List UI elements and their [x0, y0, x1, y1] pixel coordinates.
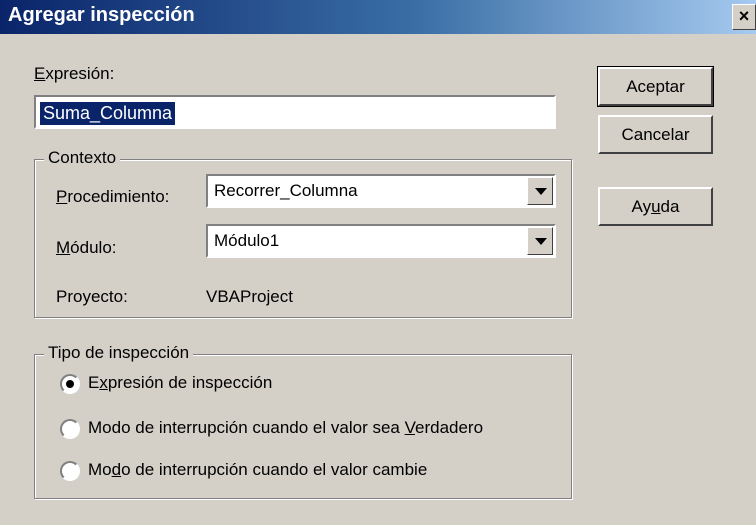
close-button[interactable]: ×: [732, 4, 756, 30]
window-title: Agregar inspección: [8, 4, 195, 26]
context-group-title: Contexto: [44, 148, 121, 168]
radio-label-part: presión de inspección: [107, 373, 273, 392]
chevron-down-icon: [535, 188, 547, 195]
radio-selected-dot: [66, 380, 74, 388]
procedure-combobox[interactable]: Recorrer_Columna: [206, 174, 556, 208]
project-label: Proyecto:: [56, 287, 128, 306]
procedure-label-accel: P: [56, 187, 68, 206]
radio-button[interactable]: [60, 374, 80, 394]
radio-label-part: E: [88, 373, 100, 392]
project-value: VBAProject: [206, 287, 293, 306]
ok-button[interactable]: Aceptar: [597, 66, 714, 107]
help-label-accel: u: [651, 197, 661, 216]
module-label: Módulo:: [56, 238, 117, 258]
module-label-rest: ódulo:: [70, 238, 117, 257]
expression-value: Suma_Columna: [40, 102, 176, 125]
radio-label: Modo de interrupción cuando el valor sea…: [88, 418, 483, 438]
watch-type-group-title: Tipo de inspección: [44, 343, 194, 363]
cancel-button[interactable]: Cancelar: [598, 115, 713, 154]
radio-label-accel: x: [99, 373, 108, 392]
module-combobox[interactable]: Módulo1: [206, 224, 556, 258]
module-dropdown-button[interactable]: [527, 227, 553, 255]
title-bar[interactable]: Agregar inspección ×: [0, 0, 756, 34]
radio-button[interactable]: [60, 461, 80, 481]
add-watch-dialog: Agregar inspección × Expresión: Suma_Col…: [0, 0, 756, 525]
radio-label: Expresión de inspección: [88, 373, 272, 393]
help-label-part: Ay: [631, 197, 652, 216]
radio-label-part: Mo: [88, 460, 112, 479]
expression-label-accel: E: [34, 64, 46, 83]
radio-label-part: Modo de interrupción cuando el valor sea: [88, 418, 405, 437]
procedure-label: Procedimiento:: [56, 187, 169, 207]
procedure-label-rest: rocedimiento:: [67, 187, 170, 206]
expression-label: Expresión:: [34, 64, 114, 84]
radio-label-part: o de interrupción cuando el valor cambie: [121, 460, 428, 479]
radio-label: Modo de interrupción cuando el valor cam…: [88, 460, 427, 480]
expression-label-rest: xpresión:: [45, 64, 115, 83]
help-button[interactable]: Ayuda: [598, 187, 713, 226]
radio-label-part: erdadero: [415, 418, 484, 437]
procedure-dropdown-button[interactable]: [527, 177, 553, 205]
help-label-part: da: [660, 197, 680, 216]
chevron-down-icon: [535, 238, 547, 245]
radio-label-accel: V: [404, 418, 415, 437]
expression-input[interactable]: Suma_Columna: [34, 95, 556, 129]
procedure-value: Recorrer_Columna: [214, 181, 358, 200]
module-value: Módulo1: [214, 231, 280, 250]
module-label-accel: M: [56, 238, 71, 257]
radio-label-accel: d: [111, 460, 122, 479]
radio-button[interactable]: [60, 419, 80, 439]
